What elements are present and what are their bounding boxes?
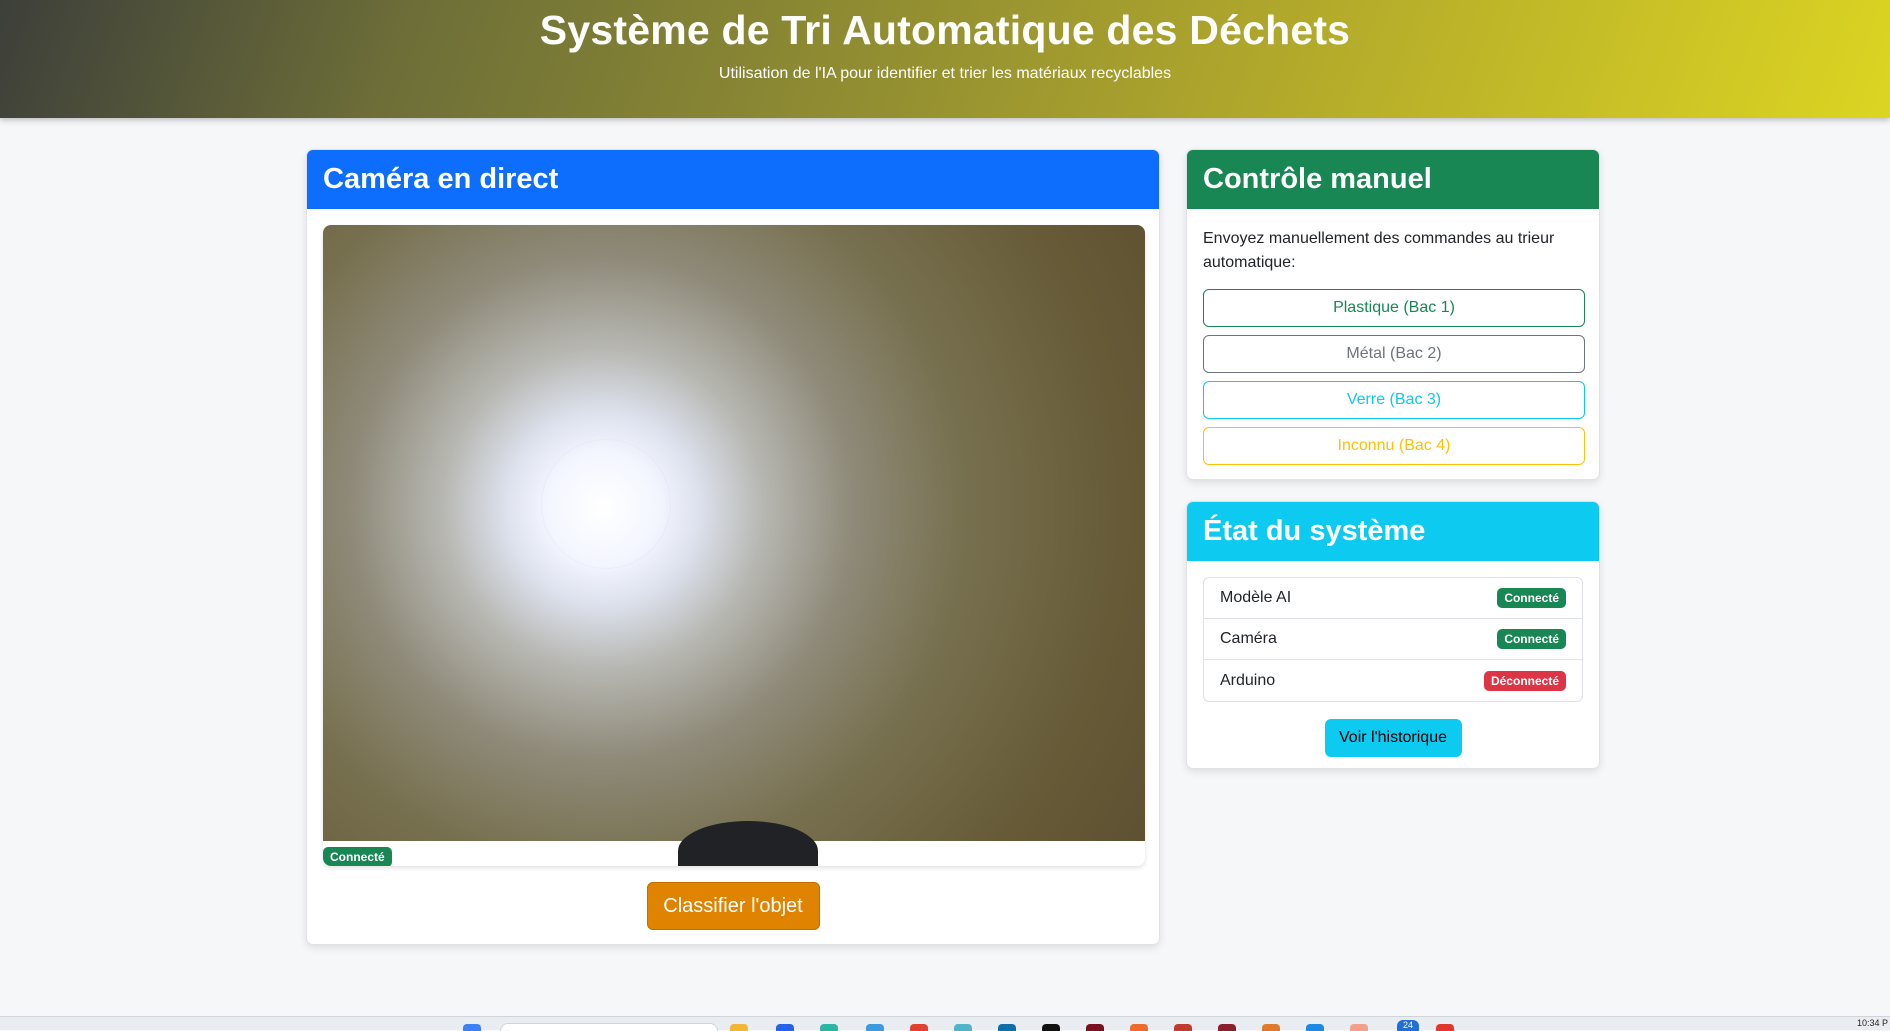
- taskbar-clock[interactable]: 10:34 P: [1857, 1018, 1888, 1029]
- system-status-body: Modèle AI Connecté Caméra Connecté Ardui…: [1187, 561, 1599, 768]
- status-badge: Connecté: [1497, 588, 1566, 608]
- camera-status-badge: Connecté: [323, 847, 392, 866]
- page-subtitle: Utilisation de l'IA pour identifier et t…: [718, 65, 1172, 82]
- page-header: Système de Tri Automatique des Déchets U…: [0, 0, 1890, 118]
- status-label: Caméra: [1220, 630, 1277, 647]
- status-row-camera: Caméra Connecté: [1204, 619, 1582, 660]
- status-row-ai-model: Modèle AI Connecté: [1204, 578, 1582, 619]
- notification-count-badge[interactable]: 24: [1397, 1020, 1419, 1031]
- camera-card-body: Connecté Classifier l'objet: [307, 209, 1159, 944]
- bin-3-glass-button[interactable]: Verre (Bac 3): [1203, 381, 1585, 419]
- camera-card: Caméra en direct Connecté Classifier l'o…: [306, 149, 1160, 945]
- page-title: Système de Tri Automatique des Déchets: [539, 7, 1351, 53]
- light-source: [541, 439, 671, 569]
- bin-4-unknown-button[interactable]: Inconnu (Bac 4): [1203, 427, 1585, 465]
- person-head-silhouette: [678, 821, 818, 866]
- camera-feed-container: Connecté: [323, 225, 1145, 866]
- manual-control-title: Contrôle manuel: [1187, 150, 1599, 209]
- classify-object-button[interactable]: Classifier l'objet: [646, 882, 820, 930]
- manual-control-card: Contrôle manuel Envoyez manuellement des…: [1186, 149, 1600, 480]
- bin-1-plastic-button[interactable]: Plastique (Bac 1): [1203, 289, 1585, 327]
- status-label: Modèle AI: [1220, 589, 1292, 606]
- status-badge: Connecté: [1497, 629, 1566, 649]
- status-row-arduino: Arduino Déconnecté: [1204, 660, 1582, 701]
- status-label: Arduino: [1220, 671, 1276, 689]
- bin-2-metal-button[interactable]: Métal (Bac 2): [1203, 335, 1585, 373]
- camera-feed-image: [323, 225, 1145, 866]
- manual-control-intro: Envoyez manuellement des commandes au tr…: [1203, 230, 1555, 271]
- system-status-title: État du système: [1187, 502, 1599, 561]
- manual-control-body: Envoyez manuellement des commandes au tr…: [1187, 209, 1599, 479]
- system-status-card: État du système Modèle AI Connecté Camér…: [1186, 501, 1600, 769]
- status-list: Modèle AI Connecté Caméra Connecté Ardui…: [1203, 577, 1583, 702]
- camera-card-title: Caméra en direct: [307, 150, 1159, 209]
- windows-taskbar: 24 10:34 P: [0, 1016, 1890, 1031]
- status-badge: Déconnecté: [1483, 670, 1566, 691]
- view-history-button[interactable]: Voir l'historique: [1324, 719, 1462, 757]
